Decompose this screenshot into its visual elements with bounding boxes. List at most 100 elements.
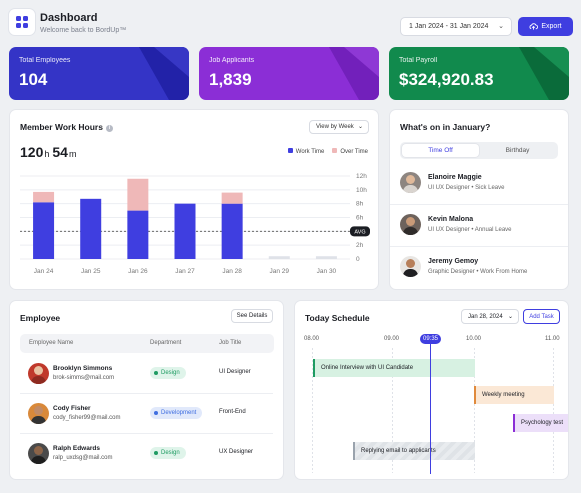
avatar: [400, 172, 421, 193]
list-item[interactable]: Elanoire Maggie UI UX Designer • Sick Le…: [400, 172, 560, 198]
stat-label: Total Employees: [19, 57, 71, 64]
person-name: Elanoire Maggie: [428, 174, 482, 181]
avatar: [28, 443, 49, 464]
time-label: 11.00: [545, 336, 560, 342]
table-row[interactable]: Ralph Edwards ralp_uxdsg@mail.com Design…: [20, 434, 274, 473]
table-row[interactable]: Brooklyn Simmons brok-simms@mail.com Des…: [20, 354, 274, 393]
bar-over-time: [221, 192, 243, 204]
average-label: AVG: [354, 229, 365, 235]
work-hours-title: Member Work Hours i: [20, 122, 113, 132]
employee-email: ralp_uxdsg@mail.com: [53, 455, 113, 461]
y-tick-label: 6h: [356, 215, 364, 222]
stat-label: Total Payroll: [399, 57, 438, 64]
list-item[interactable]: Jeremy Gemoy Graphic Designer • Work Fro…: [400, 256, 560, 282]
person-meta: UI UX Designer • Sick Leave: [428, 185, 505, 191]
y-tick-label: 2h: [356, 242, 364, 249]
card-decoration: [329, 47, 379, 100]
stat-label: Job Applicants: [209, 57, 255, 64]
x-tick-label: Jan 29: [270, 268, 290, 275]
total-hours: 120h 54m: [20, 144, 77, 160]
export-label: Export: [541, 23, 562, 30]
bar-work-time: [174, 203, 196, 259]
x-tick-label: Jan 30: [317, 268, 337, 275]
y-tick-label: 12h: [356, 173, 367, 180]
legend-over-time: Over Time: [332, 148, 368, 155]
chevron-down-icon: ⌄: [498, 23, 504, 30]
stat-value: 1,839: [209, 70, 252, 89]
column-header[interactable]: Job Title: [219, 340, 241, 346]
january-events-card: What's on in January? Time Off Birthday …: [389, 109, 569, 290]
stat-card-total-employees[interactable]: Total Employees 104: [9, 47, 189, 100]
work-hours-card: Member Work Hours i View by Week ⌄ 120h 54…: [9, 109, 379, 290]
info-icon[interactable]: i: [105, 125, 113, 132]
table-row[interactable]: Cody Fisher cody_fisher99@mail.com Devel…: [20, 394, 274, 433]
schedule-date-label: Jan 28, 2024: [468, 313, 503, 320]
bar-work-time: [268, 256, 290, 259]
card-decoration: [519, 47, 569, 100]
x-tick-label: Jan 25: [81, 268, 101, 275]
chevron-down-icon: ⌄: [507, 314, 513, 320]
date-range-picker[interactable]: 1 Jan 2024 - 31 Jan 2024 ⌄: [400, 17, 512, 36]
time-label: 09.00: [384, 336, 400, 342]
person-name: Kevin Malona: [428, 216, 474, 223]
page-subtitle: Welcome back to BordUp™: [40, 27, 127, 34]
time-label: 10.00: [466, 336, 482, 342]
schedule-date-picker[interactable]: Jan 28, 2024 ⌄: [461, 309, 519, 324]
person-name: Jeremy Gemoy: [428, 258, 479, 265]
y-tick-label: 10h: [356, 187, 367, 194]
employee-email: brok-simms@mail.com: [53, 375, 115, 381]
event-weekly-meeting[interactable]: Weekly meeting: [474, 386, 554, 404]
list-item[interactable]: Kevin Malona UI UX Designer • Annual Lea…: [400, 214, 560, 240]
job-title: UI Designer: [219, 369, 251, 375]
app-logo-icon[interactable]: [8, 8, 36, 36]
divider: [390, 204, 568, 205]
page-header: Dashboard Welcome back to BordUp™ 1 Jan …: [8, 8, 573, 40]
column-header[interactable]: Employee Name: [29, 340, 73, 346]
stat-value: 104: [19, 70, 48, 89]
time-label: 08.00: [304, 336, 320, 342]
x-tick-label: Jan 26: [128, 268, 148, 275]
tab-birthday[interactable]: Birthday: [479, 144, 556, 157]
current-time-badge: 09:35: [420, 334, 441, 344]
tab-time-off[interactable]: Time Off: [402, 144, 479, 157]
stat-card-job-applicants[interactable]: Job Applicants 1,839: [199, 47, 379, 100]
see-details-button[interactable]: See Details: [231, 309, 273, 323]
employee-email: cody_fisher99@mail.com: [53, 415, 121, 421]
add-task-button[interactable]: Add Task: [523, 309, 560, 324]
department-badge: Development: [150, 407, 203, 419]
bar-over-time: [33, 191, 55, 203]
column-header[interactable]: Department: [150, 340, 181, 346]
job-title: UX Designer: [219, 449, 254, 455]
divider: [390, 246, 568, 247]
employee-card: Employee See Details Employee Name Depar…: [9, 300, 284, 480]
x-tick-label: Jan 24: [34, 268, 54, 275]
timeline-gridline: [553, 348, 554, 473]
january-tabs: Time Off Birthday: [400, 142, 558, 159]
work-hours-bar-chart: 12h10h8h6h4h2h0AVGJan 24Jan 25Jan 26Jan …: [20, 173, 370, 275]
bar-work-time: [221, 203, 243, 259]
chart-legend: Work Time Over Time: [287, 148, 368, 155]
card-decoration: [139, 47, 189, 100]
event-interview[interactable]: Online Interview with UI Candidate: [313, 359, 475, 377]
table-header: Employee Name Department Job Title: [20, 334, 274, 353]
stat-card-total-payroll[interactable]: Total Payroll $324,920.83: [389, 47, 569, 100]
y-tick-label: 0: [356, 256, 360, 263]
export-button[interactable]: Export: [518, 17, 573, 36]
job-title: Front-End: [219, 409, 246, 415]
avatar: [400, 214, 421, 235]
event-reply-emails[interactable]: Replying email to applicants: [353, 442, 475, 460]
employee-name: Ralph Edwards: [53, 445, 100, 452]
event-psychology-test[interactable]: Psychology test: [513, 414, 568, 432]
y-tick-label: 8h: [356, 201, 364, 208]
bar-work-time: [315, 256, 337, 259]
person-meta: UI UX Designer • Annual Leave: [428, 227, 512, 233]
view-by-week-select[interactable]: View by Week ⌄: [309, 120, 369, 134]
page-title: Dashboard: [40, 12, 98, 24]
stat-value: $324,920.83: [399, 70, 494, 89]
schedule-title: Today Schedule: [305, 313, 370, 323]
x-tick-label: Jan 27: [175, 268, 195, 275]
employee-name: Brooklyn Simmons: [53, 365, 113, 372]
employee-title: Employee: [20, 313, 61, 323]
schedule-card: Today Schedule Jan 28, 2024 ⌄ Add Task 0…: [294, 300, 569, 480]
chevron-down-icon: ⌄: [357, 124, 363, 130]
